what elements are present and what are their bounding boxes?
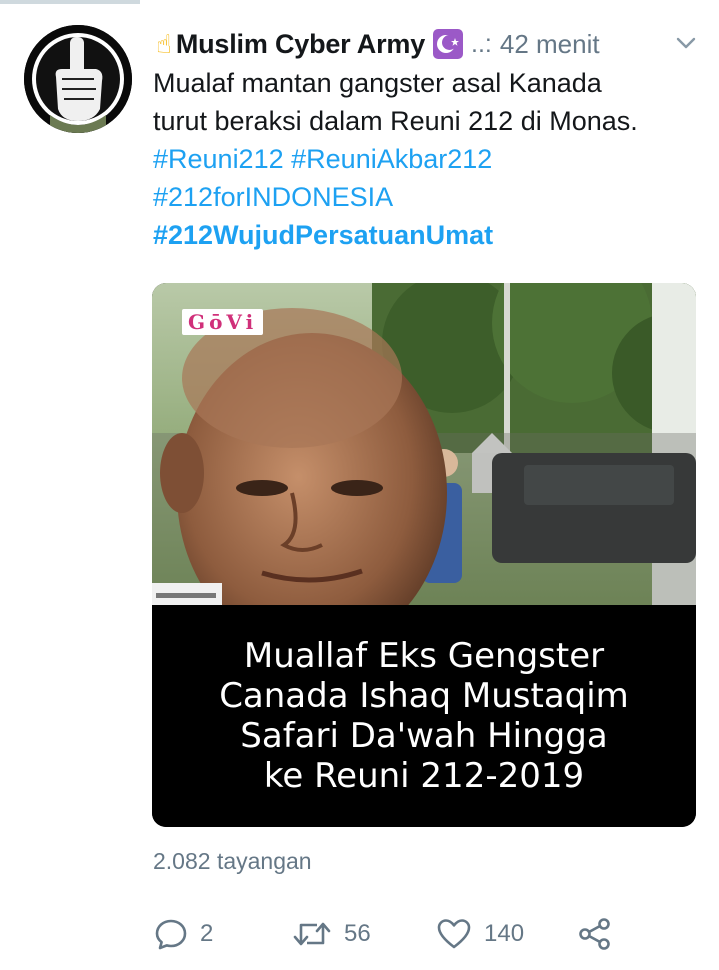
view-count: 2.082 tayangan	[153, 848, 312, 874]
tweet-text-line: turut beraksi dalam Reuni 212 di Monas.	[153, 106, 638, 136]
video-caption: Muallaf Eks Gengster Canada Ishaq Mustaq…	[152, 605, 696, 827]
retweet-count: 56	[344, 920, 371, 947]
reply-bubble-icon	[155, 919, 187, 950]
avatar[interactable]	[24, 25, 132, 133]
timestamp[interactable]: 42 menit	[500, 29, 600, 60]
retweet-icon	[293, 922, 331, 946]
display-name[interactable]: Muslim Cyber Army	[176, 29, 425, 60]
tweet-header: ☝ Muslim Cyber Army ..: 42 menit	[156, 26, 696, 62]
share-button[interactable]	[578, 912, 624, 956]
tweet-text: Mualaf mantan gangster asal Kanada turut…	[153, 64, 703, 254]
reply-count: 2	[200, 920, 214, 947]
tweet-actions: 2 56 140	[152, 912, 712, 956]
chevron-down-icon[interactable]	[676, 36, 696, 50]
handle[interactable]: ..:	[471, 30, 492, 59]
top-divider	[0, 0, 140, 4]
tweet-text-line: Mualaf mantan gangster asal Kanada	[153, 68, 602, 98]
hashtag-link[interactable]: #Reuni212	[153, 144, 284, 174]
hashtag-link[interactable]: #212WujudPersatuanUmat	[153, 220, 493, 250]
like-button[interactable]: 140	[436, 912, 524, 956]
like-count: 140	[484, 920, 525, 947]
retweet-button[interactable]: 56	[292, 912, 371, 956]
hashtag-link[interactable]: #ReuniAkbar212	[291, 144, 492, 174]
reply-button[interactable]: 2	[154, 912, 213, 956]
video-caption-line: Canada Ishaq Mustaqim	[219, 676, 629, 716]
pointing-up-emoji-icon: ☝	[156, 29, 172, 59]
tweet[interactable]: ☝ Muslim Cyber Army ..: 42 menit Mualaf …	[0, 0, 719, 970]
video-watermark: GōVi	[182, 309, 264, 335]
share-icon	[579, 918, 610, 950]
video-caption-line: Muallaf Eks Gengster	[243, 636, 605, 676]
star-and-crescent-icon	[433, 29, 464, 59]
video-caption-line: ke Reuni 212-2019	[263, 756, 585, 796]
video-media[interactable]: GōVi Muallaf Eks Gengster Canada Ishaq M…	[152, 283, 696, 827]
video-caption-line: Safari Da'wah Hingga	[240, 716, 608, 756]
heart-icon	[437, 919, 471, 949]
hashtag-link[interactable]: #212forINDONESIA	[153, 182, 393, 212]
